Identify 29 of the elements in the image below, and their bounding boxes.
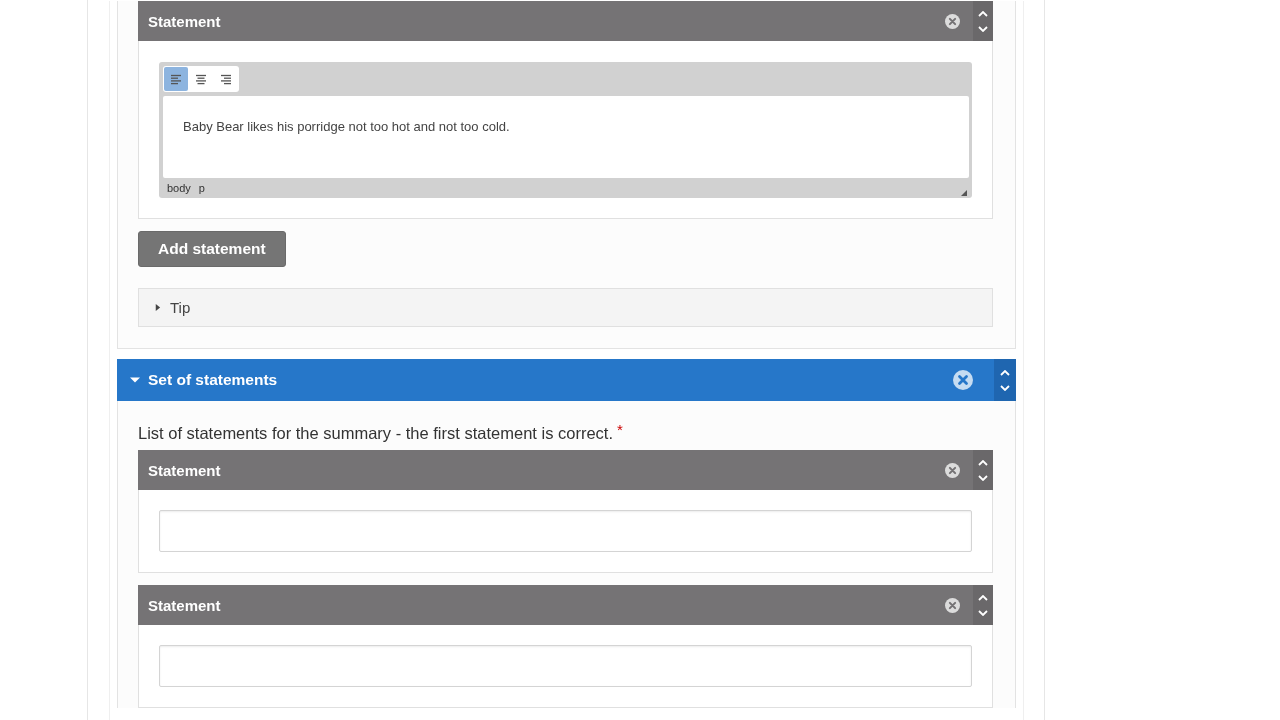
statement-title: Statement: [147, 12, 222, 30]
close-icon[interactable]: [945, 597, 960, 613]
align-left-button[interactable]: [164, 67, 188, 91]
resize-handle-icon[interactable]: [961, 190, 967, 196]
caret-down-icon[interactable]: [130, 375, 140, 385]
chevron-down-icon[interactable]: [978, 25, 988, 32]
add-statement-button[interactable]: Add statement: [138, 231, 286, 267]
section-title: Set of statements: [148, 371, 279, 389]
input-field[interactable]: [159, 510, 972, 552]
align-right-icon: [220, 73, 232, 85]
close-icon[interactable]: [945, 13, 960, 29]
input-field[interactable]: [159, 645, 972, 687]
element-path-item[interactable]: p: [198, 182, 205, 194]
chevron-up-icon[interactable]: [978, 594, 988, 601]
close-icon[interactable]: [953, 370, 973, 390]
statement-title: Statement: [147, 461, 222, 479]
align-left-icon: [170, 73, 182, 85]
align-center-icon: [195, 73, 207, 85]
close-icon[interactable]: [945, 462, 960, 478]
chevron-up-icon[interactable]: [1000, 369, 1010, 376]
tip-bar[interactable]: Tip: [138, 288, 993, 327]
chevron-up-icon[interactable]: [978, 459, 988, 466]
editor-field[interactable]: Baby Bear likes his porridge not too hot and not too cold.: [163, 96, 969, 178]
chevron-down-icon[interactable]: [978, 474, 988, 481]
statement-title: Statement: [147, 596, 222, 614]
chevron-down-icon[interactable]: [978, 609, 988, 616]
chevron-up-icon[interactable]: [978, 10, 988, 17]
element-path-item[interactable]: body: [167, 182, 191, 194]
chevron-down-icon[interactable]: [1000, 384, 1010, 391]
